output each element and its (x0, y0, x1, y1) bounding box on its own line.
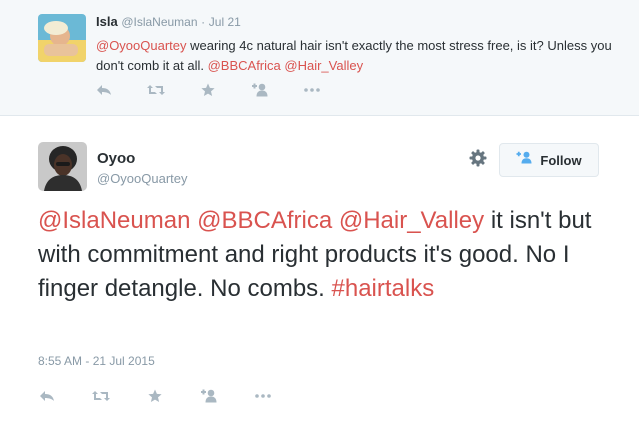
reply-icon[interactable] (93, 81, 115, 99)
in-reply-to-tweet[interactable]: Isla @IslaNeuman · Jul 21 @OyooQuartey w… (0, 0, 639, 116)
user-name[interactable]: Oyoo (97, 150, 135, 167)
avatar[interactable] (38, 142, 87, 191)
follow-icon (516, 151, 533, 169)
reply-icon[interactable] (36, 387, 58, 405)
mention-link[interactable]: @BBCAfrica (197, 207, 332, 234)
mention-link[interactable]: @Hair_Valley (284, 58, 363, 73)
follow-icon[interactable] (249, 81, 271, 99)
retweet-icon[interactable] (145, 81, 167, 99)
retweet-icon[interactable] (90, 387, 112, 405)
favorite-icon[interactable] (144, 387, 166, 405)
separator: · (201, 15, 206, 29)
tweet-timestamp[interactable]: 8:55 AM - 21 Jul 2015 (38, 354, 155, 368)
tweet-header: Isla @IslaNeuman · Jul 21 (96, 14, 241, 29)
mention-link[interactable]: @Hair_Valley (339, 207, 484, 234)
user-handle[interactable]: @OyooQuartey (97, 171, 188, 186)
follow-button[interactable]: Follow (499, 143, 599, 177)
follow-label: Follow (540, 152, 582, 168)
hashtag-link[interactable]: #hairtalks (332, 275, 435, 302)
tweet-text: @OyooQuartey wearing 4c natural hair isn… (96, 36, 616, 76)
avatar[interactable] (38, 14, 86, 62)
tweet-text-space (332, 207, 339, 234)
mention-link[interactable]: @IslaNeuman (38, 207, 190, 234)
tweet-actions (36, 387, 274, 405)
user-handle[interactable]: @IslaNeuman (121, 15, 197, 29)
gear-icon (469, 149, 487, 172)
mention-link[interactable]: @BBCAfrica (208, 58, 281, 73)
user-actions-button[interactable] (466, 148, 490, 172)
mention-link[interactable]: @OyooQuartey (96, 38, 187, 53)
user-name[interactable]: Isla (96, 14, 118, 29)
more-icon[interactable] (301, 81, 323, 99)
favorite-icon[interactable] (197, 81, 219, 99)
tweet-date[interactable]: Jul 21 (209, 15, 241, 29)
more-icon[interactable] (252, 387, 274, 405)
follow-icon[interactable] (198, 387, 220, 405)
tweet-text: @IslaNeuman @BBCAfrica @Hair_Valley it i… (38, 204, 618, 306)
tweet-actions (93, 81, 323, 99)
